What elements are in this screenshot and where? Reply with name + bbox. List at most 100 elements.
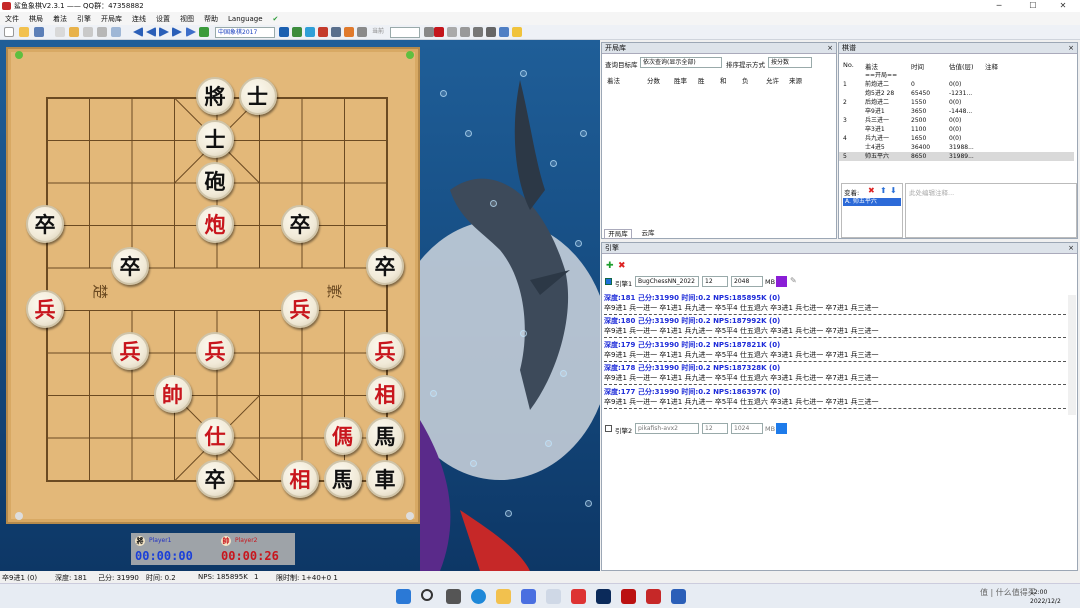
col-win[interactable]: 胜 bbox=[698, 75, 705, 85]
menu-game[interactable]: 棋局 bbox=[24, 14, 48, 24]
piece-7[interactable]: 卒 bbox=[111, 247, 149, 286]
analysis-head[interactable]: 深度:179 己分:31990 时间:0.2 NPS:187821K (0) bbox=[604, 340, 780, 350]
xiangqi-board[interactable]: 楚 漢 將士士砲炮卒卒卒卒兵兵兵兵兵帥相仕傌馬卒相馬車 bbox=[6, 47, 420, 524]
tool-icon-c[interactable] bbox=[473, 27, 483, 37]
first-move-icon[interactable] bbox=[133, 27, 143, 37]
shark-chess-icon[interactable] bbox=[646, 589, 661, 604]
col-allow[interactable]: 允许 bbox=[766, 75, 779, 85]
piece-15[interactable]: 相 bbox=[366, 374, 404, 413]
record-row[interactable]: 炮5进2 28 65450 -1231... bbox=[839, 89, 1074, 98]
piece-3[interactable]: 砲 bbox=[196, 162, 234, 201]
variation-item[interactable]: A. 帅五平六 bbox=[843, 198, 901, 206]
piece-0[interactable]: 將 bbox=[196, 77, 234, 115]
taskview-icon[interactable] bbox=[446, 589, 461, 604]
record-row[interactable]: 卒3进1 1100 0(0) bbox=[839, 125, 1074, 134]
undo-icon[interactable] bbox=[199, 27, 209, 37]
board-style-select[interactable]: 中国象棋2017 bbox=[215, 27, 275, 38]
menu-file[interactable]: 文件 bbox=[0, 14, 24, 24]
engine1-select[interactable]: BugChessNN_2022 bbox=[635, 276, 699, 287]
menu-connect[interactable]: 连线 bbox=[127, 14, 151, 24]
up-arrow-icon[interactable]: ⬆ bbox=[880, 186, 887, 195]
edit-icon[interactable] bbox=[55, 27, 65, 37]
engine1-color-swatch[interactable] bbox=[776, 276, 787, 287]
add-engine-icon[interactable]: ✚ bbox=[606, 261, 614, 271]
pen-icon[interactable] bbox=[318, 27, 328, 37]
fish-icon[interactable] bbox=[344, 27, 354, 37]
analysis-pv[interactable]: 卒9进1 兵一进一 卒1进1 兵九进一 卒5平4 仕五退六 卒3进1 兵七进一 … bbox=[604, 326, 879, 336]
prev-move-icon[interactable] bbox=[146, 27, 156, 37]
menu-moves[interactable]: 着法 bbox=[48, 14, 72, 24]
tool-icon-b[interactable] bbox=[460, 27, 470, 37]
clipboard-icon[interactable] bbox=[97, 27, 107, 37]
analysis-scrollbar[interactable] bbox=[1068, 295, 1076, 415]
comment-editor[interactable]: 此处编辑注释... bbox=[905, 183, 1077, 238]
col-source[interactable]: 来源 bbox=[789, 75, 802, 85]
menu-engine[interactable]: 引擎 bbox=[72, 14, 96, 24]
engine2-hash[interactable]: 1024 bbox=[731, 423, 763, 434]
col-draw[interactable]: 和 bbox=[720, 75, 727, 85]
piece-6[interactable]: 卒 bbox=[281, 204, 319, 243]
engine2-color-swatch[interactable] bbox=[776, 423, 787, 434]
down-arrow-icon[interactable]: ⬇ bbox=[890, 186, 897, 195]
cpu-z-icon[interactable] bbox=[571, 589, 586, 604]
photoshop-icon[interactable] bbox=[596, 589, 611, 604]
screen-icon[interactable] bbox=[424, 27, 434, 37]
flip-icon[interactable] bbox=[305, 27, 315, 37]
analysis-pv[interactable]: 卒9进1 兵一进一 卒1进1 兵九进一 卒5平4 仕五退六 卒3进1 兵七进一 … bbox=[604, 373, 879, 383]
sort-mode-select[interactable]: 按分数 bbox=[768, 57, 812, 68]
analysis-pv[interactable]: 卒9进1 兵一进一 卒1进1 兵九进一 卒5平4 仕五退六 卒3进1 兵七进一 … bbox=[604, 397, 879, 407]
folder-icon[interactable] bbox=[496, 589, 511, 604]
piece-9[interactable]: 兵 bbox=[26, 289, 64, 328]
link-icon[interactable] bbox=[331, 27, 341, 37]
play-icon[interactable] bbox=[186, 27, 196, 37]
board-icon[interactable] bbox=[111, 27, 121, 37]
delete-icon[interactable]: ✖ bbox=[868, 186, 875, 195]
engine1-hash[interactable]: 2048 bbox=[731, 276, 763, 287]
wrench-icon[interactable]: ✎ bbox=[790, 276, 797, 285]
new-icon[interactable] bbox=[4, 27, 14, 37]
start-icon[interactable] bbox=[396, 589, 411, 604]
tool-icon-d[interactable] bbox=[486, 27, 496, 37]
grid-icon[interactable] bbox=[292, 27, 302, 37]
menu-settings[interactable]: 设置 bbox=[151, 14, 175, 24]
col-winrate[interactable]: 胜率 bbox=[674, 75, 687, 85]
tool-icon-a[interactable] bbox=[447, 27, 457, 37]
col-loss[interactable]: 负 bbox=[742, 75, 749, 85]
bold-icon[interactable] bbox=[434, 27, 444, 37]
piece-5[interactable]: 卒 bbox=[26, 204, 64, 243]
engine1-threads[interactable]: 12 bbox=[702, 276, 728, 287]
piece-22[interactable]: 車 bbox=[366, 459, 404, 498]
arrow-icon[interactable] bbox=[279, 27, 289, 37]
word-icon[interactable] bbox=[671, 589, 686, 604]
next-move-icon[interactable] bbox=[159, 27, 169, 37]
piece-10[interactable]: 兵 bbox=[281, 289, 319, 328]
last-move-icon[interactable] bbox=[172, 27, 182, 37]
close-button[interactable]: ✕ bbox=[1046, 0, 1080, 12]
menu-help[interactable]: 帮助 bbox=[199, 14, 223, 24]
piece-1[interactable]: 士 bbox=[238, 77, 277, 115]
piece-17[interactable]: 傌 bbox=[323, 417, 362, 456]
menu-view[interactable]: 视图 bbox=[175, 14, 199, 24]
bulb-icon[interactable] bbox=[512, 27, 522, 37]
open-icon[interactable] bbox=[19, 27, 29, 37]
col-score[interactable]: 分数 bbox=[647, 75, 660, 85]
analysis-pv[interactable]: 卒9进1 兵一进一 卒1进1 兵九进一 卒5平4 仕五退六 卒3进1 兵七进一 … bbox=[604, 303, 879, 313]
amd-icon[interactable] bbox=[621, 589, 636, 604]
close-icon[interactable]: × bbox=[1068, 243, 1074, 254]
edge-icon[interactable] bbox=[471, 589, 486, 604]
record-row[interactable]: 士4进5 36400 31988... bbox=[839, 143, 1074, 152]
piece-21[interactable]: 馬 bbox=[323, 459, 362, 498]
analysis-head[interactable]: 深度:181 己分:31990 时间:0.2 NPS:185895K (0) bbox=[604, 293, 780, 303]
remove-engine-icon[interactable]: ✖ bbox=[618, 261, 626, 271]
analysis-head[interactable]: 深度:180 己分:31990 时间:0.2 NPS:187992K (0) bbox=[604, 316, 780, 326]
minimize-button[interactable]: ─ bbox=[982, 0, 1016, 12]
analysis-head[interactable]: 深度:178 己分:31990 时间:0.2 NPS:187328K (0) bbox=[604, 363, 780, 373]
maximize-button[interactable]: ☐ bbox=[1016, 0, 1050, 12]
record-row[interactable]: 3 兵三进一 2500 0(0) bbox=[839, 116, 1074, 125]
engine1-checkbox[interactable] bbox=[605, 278, 612, 285]
record-row[interactable]: 2 后炮进二 1550 0(0) bbox=[839, 98, 1074, 107]
search-icon[interactable] bbox=[421, 589, 433, 601]
pencil-icon[interactable] bbox=[357, 27, 367, 37]
analysis-head[interactable]: 深度:177 己分:31990 时间:0.2 NPS:186397K (0) bbox=[604, 387, 780, 397]
copy-icon[interactable] bbox=[69, 27, 79, 37]
